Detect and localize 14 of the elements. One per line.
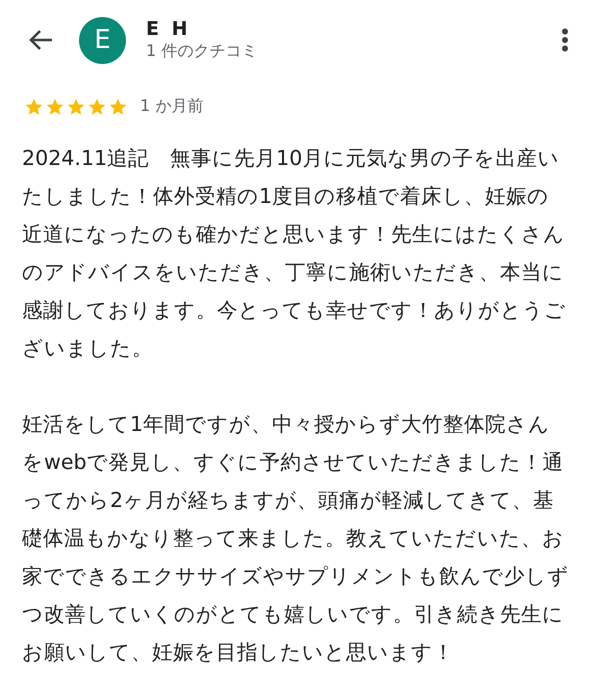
star-icon	[87, 96, 107, 116]
star-icon	[108, 96, 128, 116]
star-icon	[45, 96, 65, 116]
review-text: 2024.11追記 無事に先月10月に元気な男の子を出産いたしました！体外受精の1度目の移植で着床し、妊娠の近道になったのも確かだと思います！先生にはたくさんのアドバイスをいただき、丁寧に施術いただき、本当に感謝しております。今とっても幸せです！ありがとうございました。	[22, 145, 567, 362]
back-arrow-icon	[28, 29, 54, 51]
star-icon	[24, 96, 44, 116]
review-text: 妊活をして1年間ですが、中々授からず大竹整体院さんをwebで発見し、すぐに予約させていただきました！通ってから2ヶ月が経ちますが、頭痛が軽減してきて、基礎体温もかなり整って来ました。教えていただいた、お家でできるエクササイズやサプリメントも飲んで少しずつ改善していくのがとても嬉しいです。引き続き先生にお願いして、妊娠を目指したいと思います！	[22, 411, 569, 666]
star-icon	[66, 96, 86, 116]
review-time: 1 か月前	[140, 96, 204, 117]
more-icon	[561, 28, 569, 52]
more-menu-button[interactable]	[559, 26, 571, 54]
review-count: 1 件のクチコミ	[146, 40, 258, 62]
avatar: E	[79, 16, 126, 64]
reviewer-name: E H	[146, 18, 192, 40]
